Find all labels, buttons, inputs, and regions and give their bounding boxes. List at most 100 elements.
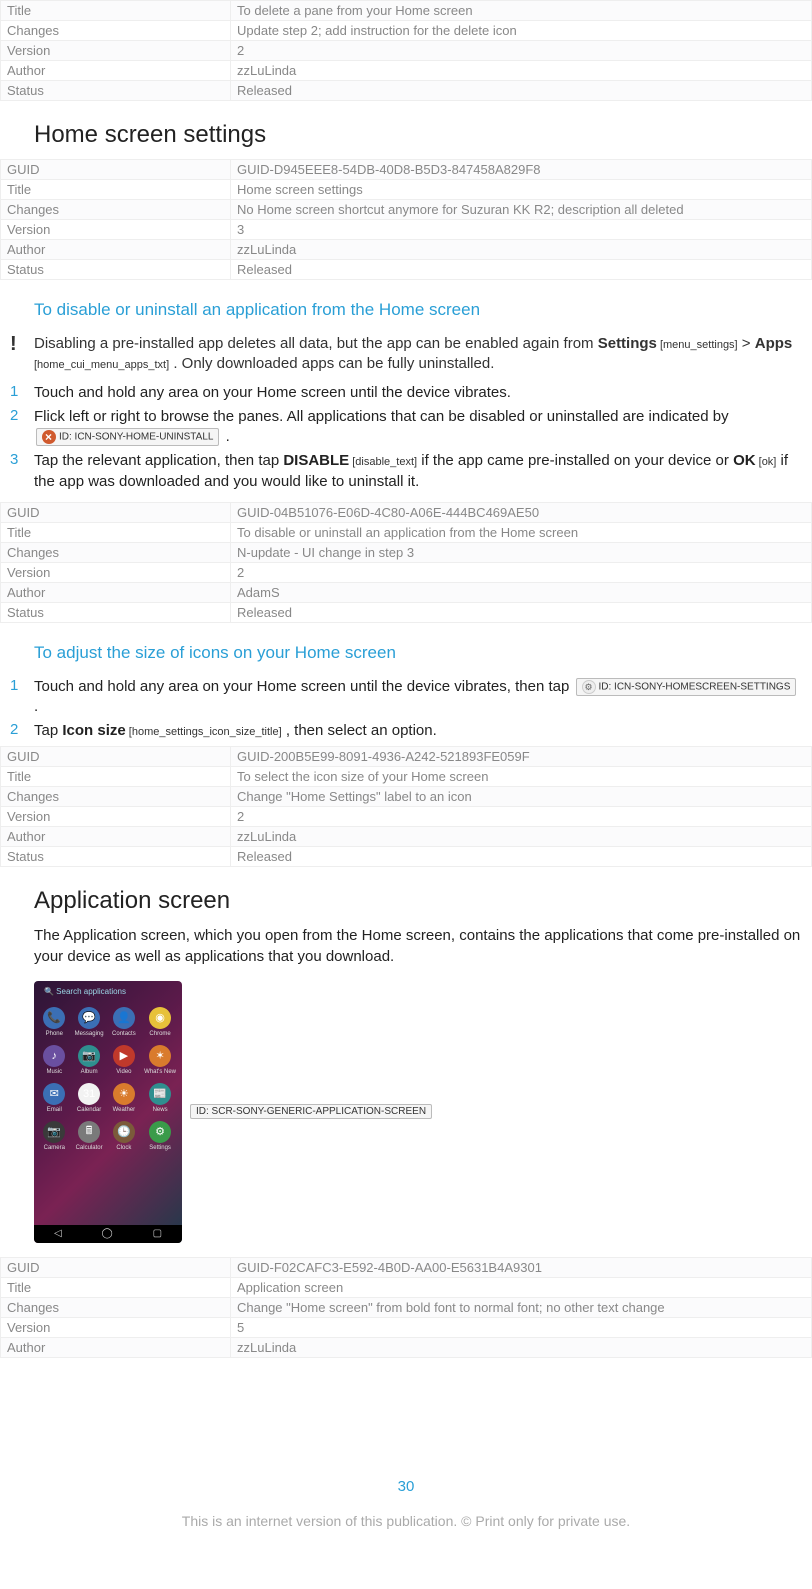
- ok-label: OK: [733, 452, 756, 469]
- meta-key: Author: [1, 61, 231, 81]
- step-number: 2: [10, 407, 34, 448]
- phone-app-grid: 📞Phone💬Messaging👤Contacts◉Chrome♪Music📷A…: [40, 1007, 176, 1151]
- id-box-homescreen-settings: ID: ICN-SONY-HOMESCREEN-SETTINGS: [576, 678, 797, 696]
- nav-home-icon: ◯: [102, 1228, 113, 1239]
- step-text: Tap the relevant application, then tap D…: [34, 451, 802, 492]
- warning-text: Disabling a pre-installed app deletes al…: [34, 334, 802, 375]
- meta-table-t2: GUIDGUID-D945EEE8-54DB-40D8-B5D3-847458A…: [0, 159, 812, 280]
- phone-screenshot: 🔍 Search applications 📞Phone💬Messaging👤C…: [34, 981, 182, 1243]
- meta-val: 2: [231, 41, 812, 61]
- meta-val: To disable or uninstall an application f…: [231, 522, 812, 542]
- meta-key: Changes: [1, 200, 231, 220]
- meta-key: Title: [1, 766, 231, 786]
- text: Tap: [34, 722, 62, 739]
- phone-app-label: Album: [81, 1069, 98, 1075]
- screenshot-row: 🔍 Search applications 📞Phone💬Messaging👤C…: [34, 981, 812, 1243]
- meta-val: GUID-200B5E99-8091-4936-A242-521893FE059…: [231, 746, 812, 766]
- meta-key: Author: [1, 826, 231, 846]
- meta-key: Changes: [1, 1297, 231, 1317]
- settings-key: [menu_settings]: [657, 339, 738, 351]
- step-text: Tap Icon size [home_settings_icon_size_t…: [34, 721, 802, 741]
- phone-app-label: Music: [46, 1069, 62, 1075]
- meta-key: Status: [1, 602, 231, 622]
- phone-app: 📷Album: [75, 1045, 104, 1075]
- phone-app: 📰 News: [144, 1083, 176, 1113]
- uninstall-icon: [42, 430, 56, 444]
- meta-key: GUID: [1, 746, 231, 766]
- meta-key: Status: [1, 81, 231, 101]
- meta-key: Title: [1, 1277, 231, 1297]
- phone-app: 📞Phone: [40, 1007, 69, 1037]
- meta-val: zzLuLinda: [231, 826, 812, 846]
- phone-app: ◉Chrome: [144, 1007, 176, 1037]
- meta-val: Application screen: [231, 1277, 812, 1297]
- phone-app: ▶Video: [110, 1045, 139, 1075]
- meta-table-t3: GUIDGUID-04B51076-E06D-4C80-A06E-444BC46…: [0, 502, 812, 623]
- meta-key: Title: [1, 1, 231, 21]
- step-number: 1: [10, 677, 34, 718]
- apps-key: [home_cui_menu_apps_txt]: [34, 359, 169, 371]
- meta-val: Home screen settings: [231, 180, 812, 200]
- phone-app-label: Chrome: [149, 1031, 170, 1037]
- id-box-uninstall: ID: ICN-SONY-HOME-UNINSTALL: [36, 428, 219, 446]
- text: .: [221, 428, 229, 445]
- nav-recent-icon: ▢: [153, 1228, 162, 1239]
- phone-app: ⚙Settings: [144, 1121, 176, 1151]
- meta-key: GUID: [1, 160, 231, 180]
- text: .: [34, 698, 38, 715]
- step-row: 1 Touch and hold any area on your Home s…: [10, 383, 812, 403]
- meta-val: No Home screen shortcut anymore for Suzu…: [231, 200, 812, 220]
- phone-app-icon: ✉: [43, 1083, 65, 1105]
- page-number: 30: [0, 1478, 812, 1495]
- phone-app-label: Messaging: [75, 1031, 104, 1037]
- step-row: 3 Tap the relevant application, then tap…: [10, 451, 812, 492]
- phone-app-label: Contacts: [112, 1031, 136, 1037]
- meta-table-t5: GUIDGUID-F02CAFC3-E592-4B0D-AA00-E5631B4…: [0, 1257, 812, 1358]
- apps-label: Apps: [755, 335, 793, 352]
- heading-home-screen-settings: Home screen settings: [34, 121, 812, 149]
- phone-app-label: Email: [47, 1107, 62, 1113]
- phone-app: ✉ Email: [40, 1083, 69, 1113]
- heading-disable-uninstall: To disable or uninstall an application f…: [34, 300, 812, 320]
- meta-key: Version: [1, 41, 231, 61]
- step-number: 1: [10, 383, 34, 403]
- phone-app-icon: ☀: [113, 1083, 135, 1105]
- meta-val: 2: [231, 562, 812, 582]
- text: , then select an option.: [282, 722, 437, 739]
- meta-val: zzLuLinda: [231, 1337, 812, 1357]
- phone-app-label: News: [153, 1107, 168, 1113]
- ok-key: [ok]: [756, 456, 777, 468]
- meta-val: 2: [231, 806, 812, 826]
- step-number: 3: [10, 451, 34, 492]
- application-screen-body: The Application screen, which you open f…: [34, 925, 802, 967]
- text: Touch and hold any area on your Home scr…: [34, 678, 574, 695]
- step-row: 2 Flick left or right to browse the pane…: [10, 407, 812, 448]
- text: Flick left or right to browse the panes.…: [34, 408, 729, 425]
- meta-val: Released: [231, 260, 812, 280]
- meta-key: GUID: [1, 1257, 231, 1277]
- phone-app-label: Settings: [149, 1145, 171, 1151]
- phone-app: 🖩Calculator: [75, 1121, 104, 1151]
- meta-val: Released: [231, 602, 812, 622]
- step-text: Flick left or right to browse the panes.…: [34, 407, 802, 448]
- meta-key: GUID: [1, 502, 231, 522]
- step-text: Touch and hold any area on your Home scr…: [34, 383, 802, 403]
- disable-key: [disable_text]: [349, 456, 417, 468]
- id-box-application-screen: ID: SCR-SONY-GENERIC-APPLICATION-SCREEN: [190, 1104, 432, 1119]
- phone-app: ♪Music: [40, 1045, 69, 1075]
- phone-app: 🕒Clock: [110, 1121, 139, 1151]
- meta-val: N-update - UI change in step 3: [231, 542, 812, 562]
- meta-key: Version: [1, 806, 231, 826]
- phone-app: 👤 Contacts: [110, 1007, 139, 1037]
- meta-key: Title: [1, 522, 231, 542]
- phone-app-label: Weather: [113, 1107, 136, 1113]
- phone-app-icon: 🖩: [78, 1121, 100, 1143]
- phone-app-icon: 📰: [149, 1083, 171, 1105]
- phone-app-icon: 📞: [43, 1007, 65, 1029]
- meta-key: Author: [1, 1337, 231, 1357]
- phone-app-label: What's New: [144, 1069, 176, 1075]
- phone-app-icon: 👤: [113, 1007, 135, 1029]
- text: >: [738, 335, 755, 352]
- phone-app: ✶ What's New: [144, 1045, 176, 1075]
- phone-app-icon: ✶: [149, 1045, 171, 1067]
